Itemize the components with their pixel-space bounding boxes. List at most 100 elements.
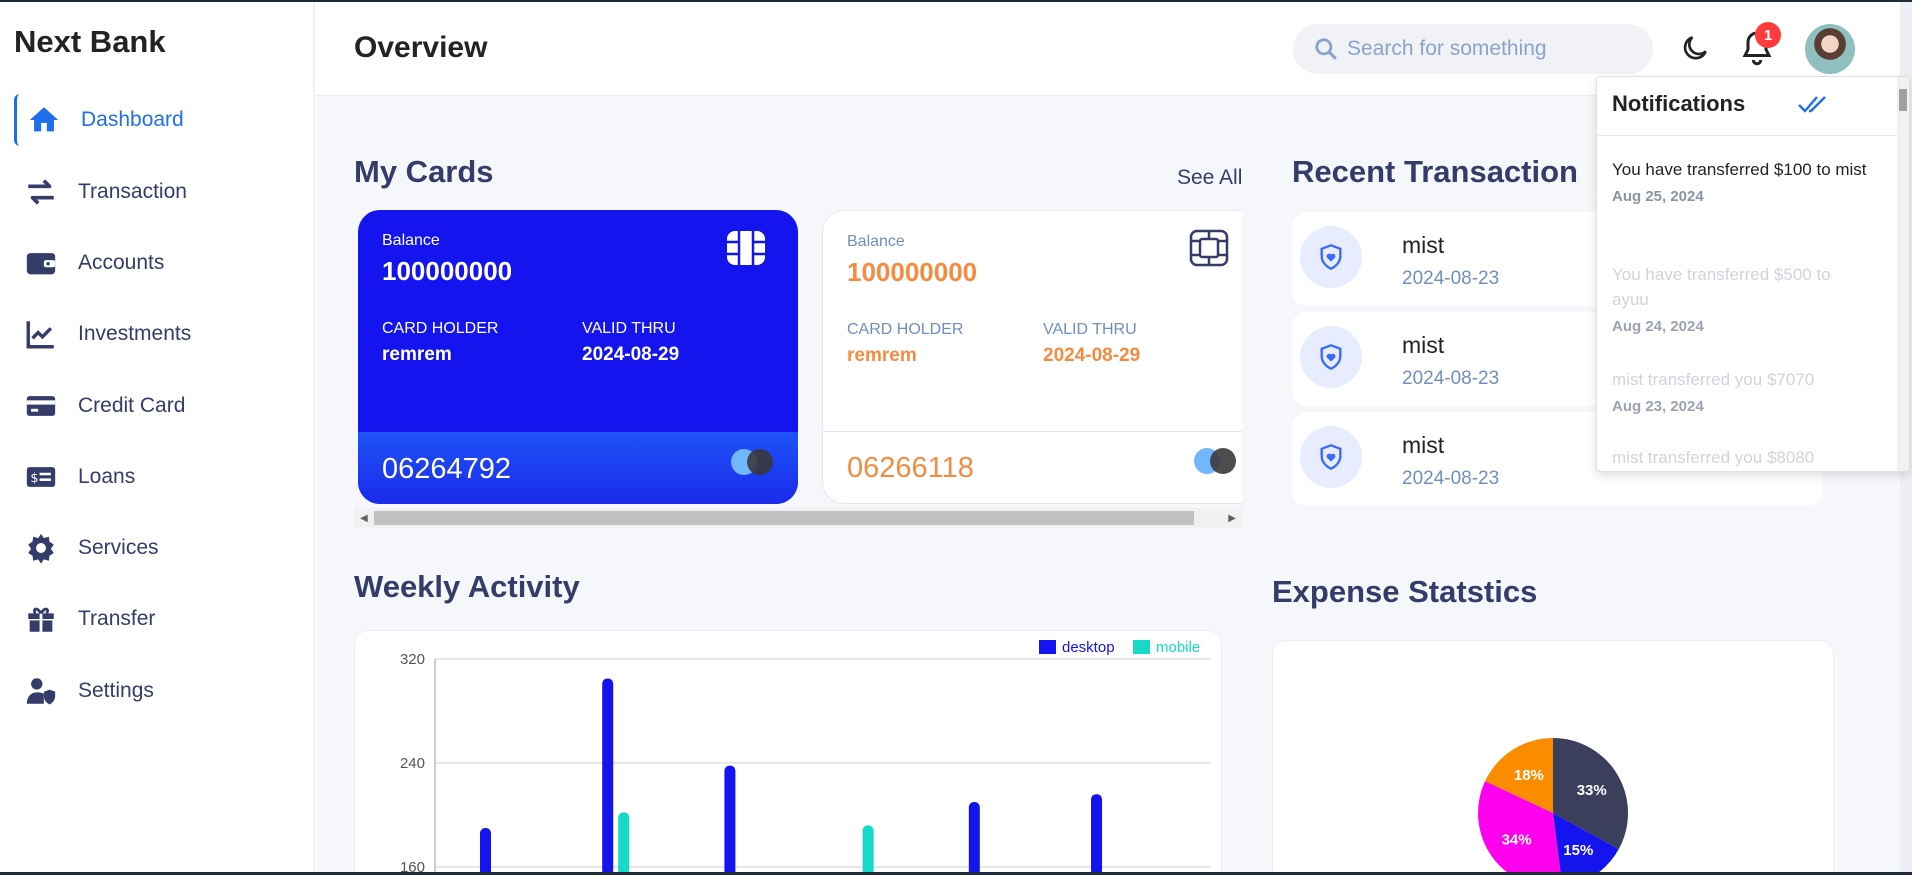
card-holder-label: CARD HOLDER	[382, 320, 499, 337]
heart-shield-icon	[1320, 444, 1342, 470]
notification-item[interactable]: You have transferred $100 to mist Aug 25…	[1612, 157, 1872, 205]
my-cards-title: My Cards	[354, 154, 494, 189]
valid-thru-value: 2024-08-29	[1043, 345, 1141, 366]
y-tick-label: 160	[400, 859, 425, 872]
balance-label: Balance	[382, 232, 440, 249]
avatar[interactable]	[1805, 24, 1855, 74]
card-brand-circles-icon	[1194, 448, 1236, 474]
gear-icon	[28, 533, 54, 564]
card-holder-value: remrem	[382, 344, 452, 365]
sidebar-item-label: Investments	[78, 322, 192, 345]
sidebar-item-label: Transfer	[78, 607, 156, 630]
sidebar-item-label: Transaction	[78, 180, 187, 203]
sidebar-item-loans[interactable]: $ Loans	[14, 451, 304, 503]
transaction-date: 2024-08-23	[1402, 268, 1500, 289]
bar-desktop	[602, 678, 614, 872]
notification-item[interactable]: mist transferred you $8080	[1612, 445, 1872, 470]
legend-label-desktop: desktop	[1062, 639, 1115, 656]
card-chip-icon	[1189, 229, 1229, 267]
mark-all-read-icon[interactable]	[1797, 93, 1827, 115]
page-title: Overview	[354, 31, 488, 64]
notification-message: mist transferred you $8080	[1612, 448, 1815, 467]
notification-item[interactable]: mist transferred you $7070 Aug 23, 2024	[1612, 367, 1872, 415]
card-chip-icon	[727, 231, 765, 265]
pie-chart-svg: 33% 15% 34% 18%	[1478, 738, 1628, 872]
scroll-left-arrow-icon[interactable]: ◀	[360, 513, 368, 524]
card-brand-circles-icon	[731, 449, 773, 475]
valid-thru-label: VALID THRU	[1043, 321, 1137, 338]
scrollbar-thumb[interactable]	[1899, 89, 1907, 111]
transaction-name: mist	[1402, 232, 1445, 258]
balance-value: 100000000	[382, 256, 513, 286]
transaction-icon-wrap	[1300, 426, 1362, 488]
balance-label: Balance	[847, 233, 905, 250]
bar-desktop	[480, 828, 491, 872]
recent-transaction-title: Recent Transaction	[1292, 154, 1578, 189]
bar-mobile	[862, 825, 874, 872]
transaction-icon-wrap	[1300, 226, 1362, 288]
credit-card[interactable]: Balance 100000000 CARD HOLDER remrem VAL…	[358, 210, 798, 504]
pie-slice-label: 15%	[1563, 842, 1593, 859]
y-tick-label: 240	[400, 755, 425, 772]
sidebar-item-transfer[interactable]: Transfer	[14, 593, 304, 645]
pie-slice-label: 18%	[1514, 767, 1544, 784]
search-bar[interactable]	[1293, 24, 1653, 74]
sidebar-item-label: Services	[78, 536, 159, 559]
sidebar-item-credit-card[interactable]: Credit Card	[14, 380, 304, 432]
notification-time: Aug 25, 2024	[1612, 188, 1704, 205]
pie-slice-label: 33%	[1577, 782, 1607, 799]
transaction-name: mist	[1402, 332, 1445, 358]
card-footer: 06266118	[823, 431, 1242, 503]
see-all-link[interactable]: See All	[1177, 166, 1242, 190]
expense-statistics-title: Expense Statstics	[1272, 574, 1538, 609]
legend-label-mobile: mobile	[1156, 639, 1200, 656]
y-tick-label: 320	[400, 651, 425, 668]
card-footer: 06264792	[358, 432, 798, 504]
sidebar-item-services[interactable]: Services	[14, 522, 304, 574]
svg-text:$: $	[30, 471, 38, 486]
sidebar-item-transaction[interactable]: Transaction	[14, 166, 304, 218]
notification-item[interactable]: You have transferred $500 to ayuu Aug 24…	[1612, 262, 1872, 335]
app-logo: Next Bank	[14, 24, 166, 59]
search-icon	[1315, 38, 1337, 60]
card-holder-label: CARD HOLDER	[847, 321, 964, 338]
notification-message: You have transferred $100 to mist	[1612, 160, 1867, 179]
search-input[interactable]	[1347, 37, 1637, 61]
bar-desktop	[724, 765, 736, 872]
card-number: 06266118	[847, 452, 974, 484]
bar-desktop	[1091, 794, 1103, 872]
pie-slice-label: 34%	[1502, 831, 1532, 848]
sidebar: Next Bank Dashboard Transaction Accounts…	[0, 2, 314, 872]
weekly-activity-title: Weekly Activity	[354, 569, 580, 604]
card-number: 06264792	[382, 453, 512, 485]
heart-shield-icon	[1320, 244, 1342, 270]
bar-mobile	[618, 812, 630, 872]
scrollbar-thumb[interactable]	[374, 511, 1194, 525]
legend-swatch-mobile	[1133, 640, 1150, 654]
sidebar-item-accounts[interactable]: Accounts	[14, 237, 304, 289]
credit-card[interactable]: Balance 100000000 CARD HOLDER remrem VAL…	[822, 210, 1242, 504]
money-bill-icon: $	[26, 467, 56, 487]
legend-swatch-desktop	[1039, 640, 1056, 654]
sidebar-item-label: Dashboard	[81, 108, 184, 131]
notification-message: You have transferred $500 to ayuu	[1612, 265, 1831, 309]
notification-time: Aug 23, 2024	[1612, 398, 1704, 415]
transaction-name: mist	[1402, 432, 1445, 458]
sidebar-item-dashboard[interactable]: Dashboard	[14, 94, 304, 146]
notifications-dropdown: Notifications You have transferred $100 …	[1596, 76, 1910, 472]
weekly-activity-chart: 160 240 320 desktop mobile	[354, 630, 1222, 872]
cards-horizontal-scrollbar[interactable]: ◀ ▶	[354, 508, 1242, 528]
notifications-scrollbar[interactable]	[1897, 77, 1909, 471]
heart-shield-icon	[1320, 344, 1342, 370]
sidebar-item-investments[interactable]: Investments	[14, 308, 304, 360]
transaction-date: 2024-08-23	[1402, 468, 1500, 489]
sidebar-item-label: Credit Card	[78, 394, 186, 417]
notification-message: mist transferred you $7070	[1612, 370, 1815, 389]
cards-carousel[interactable]: Balance 100000000 CARD HOLDER remrem VAL…	[354, 208, 1242, 504]
app-frame: Next Bank Dashboard Transaction Accounts…	[0, 2, 1912, 872]
card-holder-value: remrem	[847, 345, 917, 366]
scroll-right-arrow-icon[interactable]: ▶	[1228, 513, 1236, 524]
dark-mode-toggle-icon[interactable]	[1679, 32, 1711, 64]
sidebar-item-settings[interactable]: Settings	[14, 665, 304, 717]
divider	[1597, 135, 1897, 136]
